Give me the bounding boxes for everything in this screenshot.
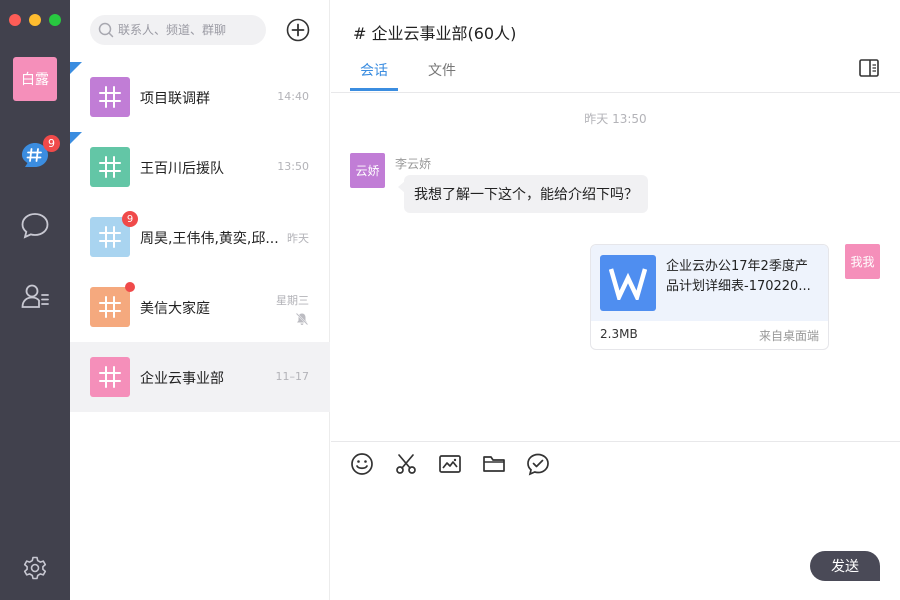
- search-icon: [98, 22, 114, 38]
- contacts-icon: [21, 284, 49, 308]
- conversation-name: 企业云事业部: [140, 371, 224, 387]
- user-avatar[interactable]: 白露: [13, 57, 57, 101]
- my-avatar[interactable]: 我我: [845, 244, 880, 279]
- maximize-window-button[interactable]: [49, 14, 61, 26]
- messages-nav-button[interactable]: [19, 209, 51, 241]
- file-name: 企业云办公17年2季度产 品计划详细表-170220...: [666, 259, 811, 294]
- conversation-item-active[interactable]: 企业云事业部 11–17: [70, 342, 330, 412]
- sender-name: 李云娇: [395, 157, 432, 171]
- mute-bell-icon: [295, 312, 309, 326]
- sender-avatar[interactable]: 云娇: [350, 153, 385, 188]
- chat-title: # 企业云事业部(60人): [353, 24, 517, 43]
- conversation-list-panel: 项目联调群 14:40 王百川后援队 13:50 9 周昊,王伟伟,黄奕,邱..…: [70, 0, 330, 600]
- hash-icon: [99, 366, 121, 388]
- smiley-icon: [351, 453, 373, 475]
- pinned-flag: [70, 132, 82, 144]
- hash-icon: [99, 226, 121, 248]
- conversation-time: 昨天: [287, 232, 309, 245]
- hash-icon: [99, 86, 121, 108]
- conversation-time: 14:40: [277, 90, 309, 103]
- document-file-icon: [600, 255, 656, 311]
- pinned-flag: [70, 62, 82, 74]
- conversation-item[interactable]: 王百川后援队 13:50: [70, 132, 330, 202]
- emoji-button[interactable]: [350, 452, 374, 476]
- group-avatar: [90, 77, 130, 117]
- contacts-nav-button[interactable]: [19, 280, 51, 312]
- file-button[interactable]: [482, 452, 506, 476]
- scissors-icon: [396, 454, 416, 474]
- tab-files[interactable]: 文件: [428, 60, 456, 80]
- chat-tabs: 会话 文件: [331, 50, 900, 93]
- conversation-item[interactable]: 项目联调群 14:40: [70, 62, 330, 132]
- file-message-card[interactable]: 企业云办公17年2季度产 品计划详细表-170220... 2.3MB 来自桌面…: [590, 244, 829, 350]
- group-avatar: [90, 287, 130, 327]
- close-window-button[interactable]: [9, 14, 21, 26]
- incoming-message-bubble[interactable]: 我想了解一下这个，能给介绍下吗？: [398, 175, 648, 213]
- conversation-time: 星期三: [276, 294, 309, 307]
- settings-button[interactable]: [19, 552, 51, 584]
- side-panel-toggle-icon[interactable]: [859, 59, 879, 77]
- message-input[interactable]: [351, 486, 881, 581]
- approval-button[interactable]: [526, 452, 550, 476]
- speech-bubble-icon: [21, 213, 49, 239]
- image-icon: [439, 455, 461, 473]
- send-button[interactable]: 发送: [810, 551, 880, 581]
- plus-circle-icon: [286, 18, 310, 42]
- screenshot-button[interactable]: [394, 452, 418, 476]
- minimize-window-button[interactable]: [29, 14, 41, 26]
- active-tab-indicator: [350, 88, 398, 91]
- conversation-time: 11–17: [275, 370, 310, 383]
- file-card-header: 企业云办公17年2季度产 品计划详细表-170220...: [591, 245, 828, 321]
- group-avatar: [90, 147, 130, 187]
- unread-dot: [125, 282, 135, 292]
- file-size: 2.3MB: [600, 327, 638, 341]
- unread-badge: 9: [43, 135, 60, 152]
- message-composer: 发送: [331, 441, 900, 600]
- left-rail: 白露 9: [0, 0, 70, 600]
- search-box[interactable]: [90, 15, 266, 45]
- search-input[interactable]: [118, 23, 258, 37]
- conversation-name: 美信大家庭: [140, 301, 210, 317]
- chat-panel: # 企业云事业部(60人) 会话 文件 昨天 13:50 云娇 李云娇 我想了解…: [331, 0, 900, 600]
- conversation-item[interactable]: 美信大家庭 星期三: [70, 272, 330, 342]
- conversation-time: 13:50: [277, 160, 309, 173]
- unread-badge: 9: [122, 211, 138, 227]
- add-button[interactable]: [286, 18, 310, 42]
- hash-icon: [99, 296, 121, 318]
- folder-icon: [483, 456, 505, 472]
- gear-icon: [23, 556, 47, 580]
- tab-conversation[interactable]: 会话: [360, 60, 388, 80]
- message-timestamp: 昨天 13:50: [584, 112, 647, 126]
- conversation-name: 周昊,王伟伟,黄奕,邱...: [140, 231, 279, 247]
- group-avatar: [90, 357, 130, 397]
- file-source: 来自桌面端: [758, 329, 819, 343]
- hash-icon: [99, 156, 121, 178]
- conversation-name: 项目联调群: [140, 91, 210, 107]
- conversation-name: 王百川后援队: [140, 161, 224, 177]
- chat-check-icon: [527, 453, 549, 476]
- conversation-item[interactable]: 9 周昊,王伟伟,黄奕,邱... 昨天: [70, 202, 330, 272]
- image-button[interactable]: [438, 452, 462, 476]
